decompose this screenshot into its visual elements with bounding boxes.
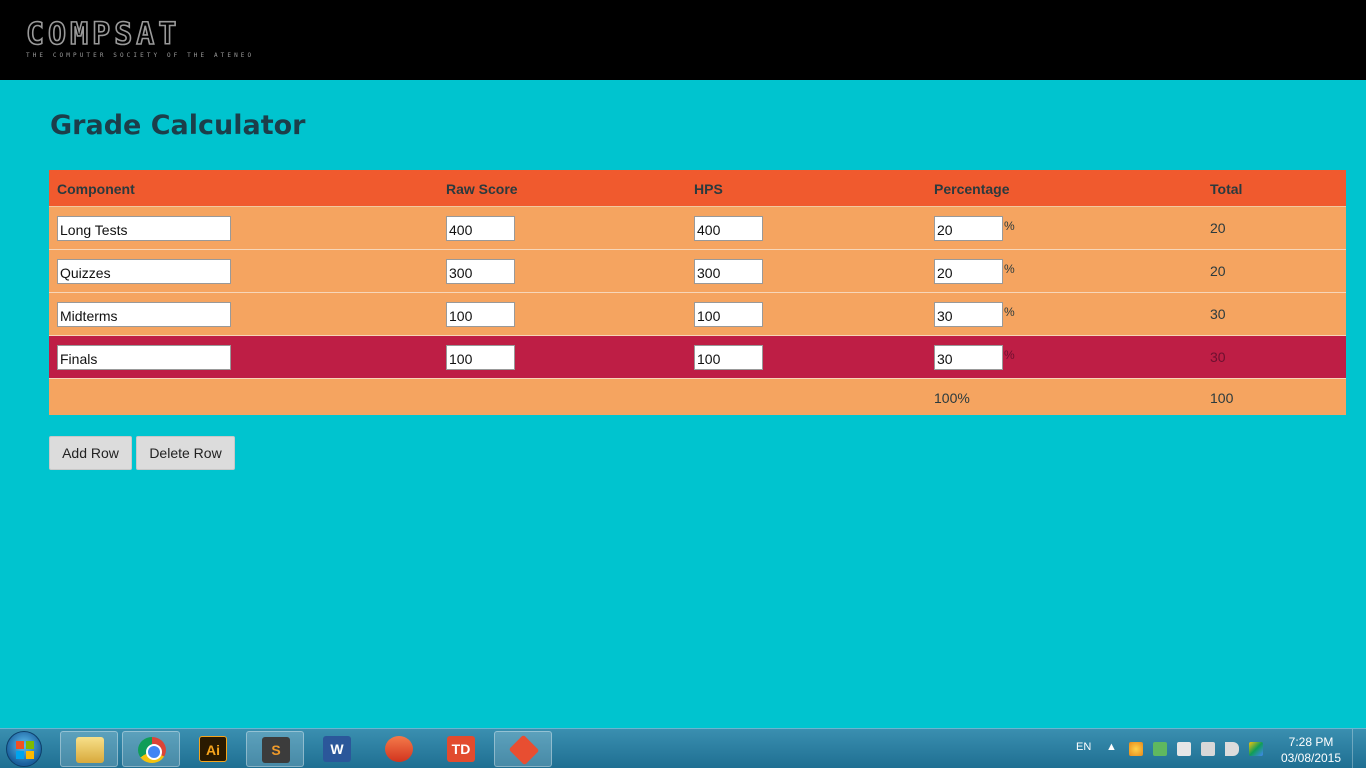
component-input[interactable] (57, 345, 231, 370)
grand-total: 100 (1210, 390, 1234, 406)
usb-device-icon[interactable] (1201, 742, 1215, 756)
raw-score-input[interactable] (446, 345, 515, 370)
raw-score-input[interactable] (446, 259, 515, 284)
percentage-input[interactable] (934, 302, 1003, 327)
taskbar-app-todoist[interactable]: TD (432, 731, 490, 767)
raw-score-input[interactable] (446, 216, 515, 241)
clock-date: 03/08/2015 (1280, 751, 1342, 765)
compsat-logo[interactable]: COMPSAT THE COMPUTER SOCIETY OF THE ATEN… (25, 17, 255, 62)
chrome-icon (138, 737, 166, 763)
component-input[interactable] (57, 259, 231, 284)
tray-app-icon[interactable] (1129, 742, 1143, 756)
hps-input[interactable] (694, 216, 763, 241)
percent-sign: % (1004, 305, 1015, 319)
windows-logo-icon (16, 741, 34, 759)
tray-overflow-icon[interactable]: ▲ (1106, 741, 1117, 768)
column-header-percentage: Percentage (934, 181, 1010, 197)
git-icon (508, 734, 540, 766)
component-input[interactable] (57, 302, 231, 327)
word-icon: W (323, 736, 351, 762)
percent-sign: % (1004, 348, 1015, 362)
percent-sign: % (1004, 219, 1015, 233)
hps-input[interactable] (694, 345, 763, 370)
dropbox-icon[interactable] (1153, 742, 1167, 756)
row-total: 20 (1210, 220, 1226, 236)
table-row-selected[interactable]: % 30 (49, 336, 1346, 379)
percent-sign: % (1004, 262, 1015, 276)
column-header-component: Component (57, 181, 135, 197)
percentage-input[interactable] (934, 259, 1003, 284)
row-total: 30 (1210, 306, 1226, 322)
column-header-total: Total (1210, 181, 1243, 197)
percentage-sum: 100% (934, 390, 970, 406)
language-indicator[interactable]: EN (1076, 741, 1091, 768)
folder-icon (76, 737, 104, 763)
grade-table: Component Raw Score HPS Percentage Total… (49, 170, 1346, 415)
row-total: 30 (1210, 349, 1226, 365)
add-row-button[interactable]: Add Row (49, 436, 132, 470)
taskbar-app-explorer[interactable] (60, 731, 118, 767)
hps-input[interactable] (694, 302, 763, 327)
column-header-raw-score: Raw Score (446, 181, 518, 197)
table-row[interactable]: % 30 (49, 293, 1346, 336)
sunrise-app-icon (385, 736, 413, 762)
table-row[interactable]: % 20 (49, 207, 1346, 250)
logo-wordmark: COMPSAT (25, 17, 181, 52)
taskbar-app-sublime[interactable]: S (246, 731, 304, 767)
system-clock[interactable]: 7:28 PM 03/08/2015 (1280, 734, 1342, 766)
logo-subtitle: THE COMPUTER SOCIETY OF THE ATENEO (26, 52, 255, 59)
show-desktop-button[interactable] (1352, 729, 1366, 768)
table-row[interactable]: % 20 (49, 250, 1346, 293)
google-drive-icon[interactable] (1249, 742, 1263, 756)
row-total: 20 (1210, 263, 1226, 279)
clock-time: 7:28 PM (1288, 735, 1334, 749)
taskbar-app-illustrator[interactable]: Ai (184, 731, 242, 767)
sublime-text-icon: S (262, 737, 290, 763)
delete-row-button[interactable]: Delete Row (136, 436, 235, 470)
page-title: Grade Calculator (50, 110, 306, 141)
percentage-input[interactable] (934, 345, 1003, 370)
windows-flag-icon[interactable] (1177, 742, 1191, 756)
hps-input[interactable] (694, 259, 763, 284)
site-header: COMPSAT THE COMPUTER SOCIETY OF THE ATEN… (0, 0, 1366, 80)
taskbar-app-chrome[interactable] (122, 731, 180, 767)
start-button[interactable] (6, 731, 42, 767)
windows-taskbar: Ai S W TD EN ▲ 7:28 PM 03/08/2015 (0, 728, 1366, 768)
percentage-input[interactable] (934, 216, 1003, 241)
raw-score-input[interactable] (446, 302, 515, 327)
taskbar-app-circle[interactable] (370, 731, 428, 767)
illustrator-icon: Ai (199, 736, 227, 762)
taskbar-app-git[interactable] (494, 731, 552, 767)
table-footer-row: 100% 100 (49, 379, 1346, 415)
component-input[interactable] (57, 216, 231, 241)
column-header-hps: HPS (694, 181, 723, 197)
todoist-icon: TD (447, 736, 475, 762)
volume-icon[interactable] (1225, 742, 1239, 756)
table-header-row: Component Raw Score HPS Percentage Total (49, 170, 1346, 207)
taskbar-app-word[interactable]: W (308, 731, 366, 767)
